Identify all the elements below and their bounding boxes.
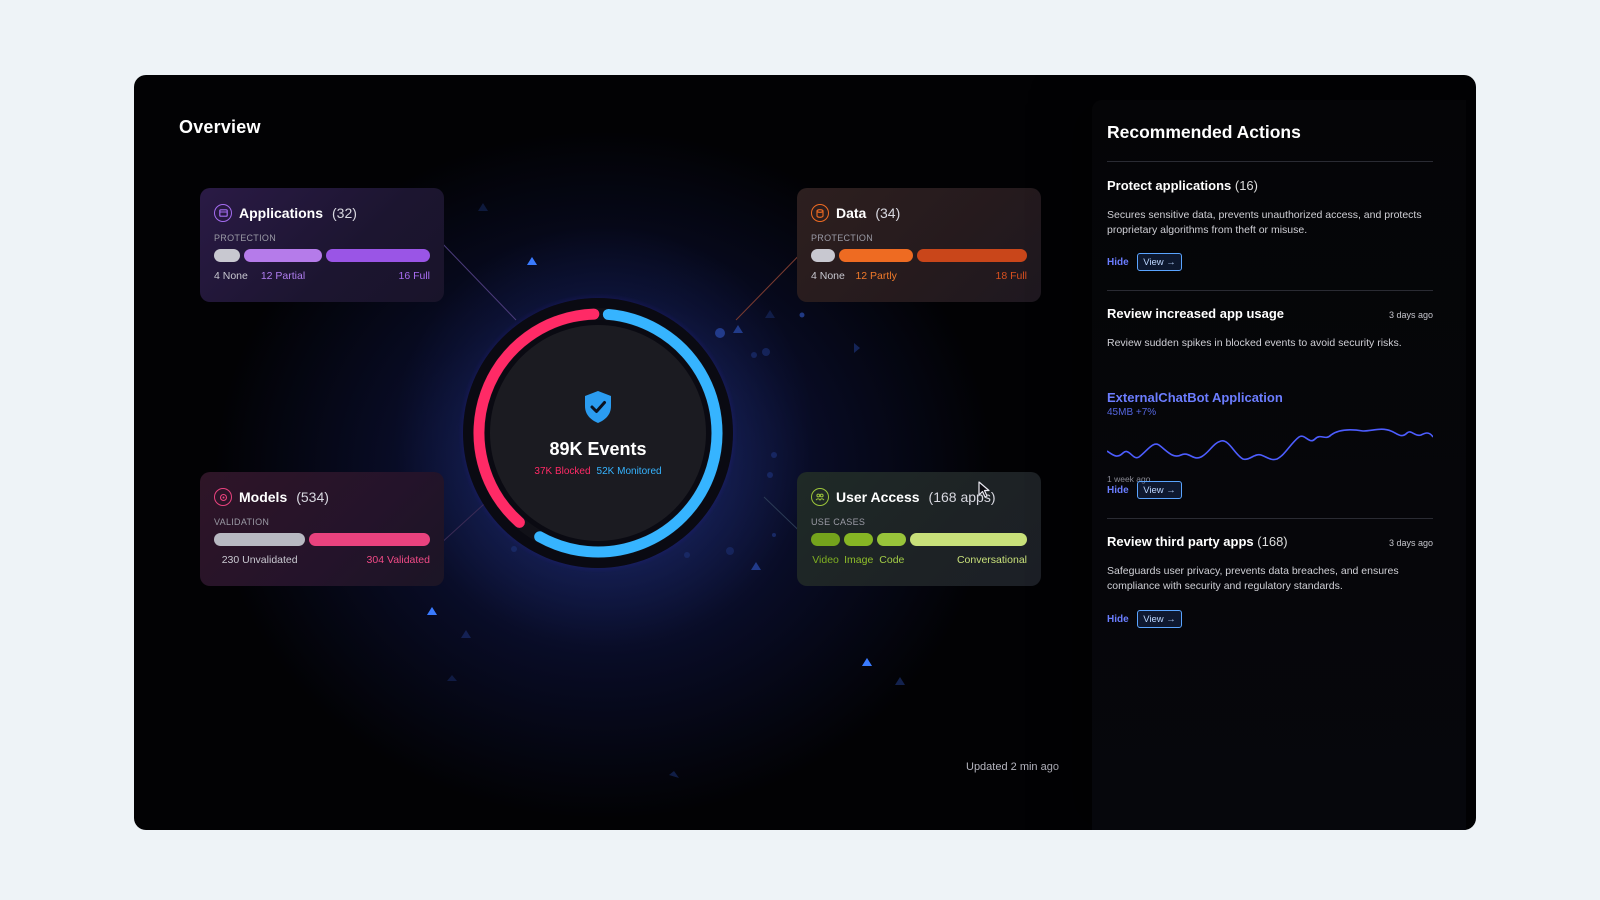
action-age: 3 days ago [1388,538,1433,548]
bar-segment [877,533,907,546]
protection-bar [214,249,430,262]
app-window-icon [214,204,232,222]
legend-label: 230 Unvalidated [221,554,298,566]
bar-segment [910,533,1027,546]
hide-link[interactable]: Hide [1107,614,1129,625]
legend-label: Image [844,554,874,566]
action-description: Secures sensitive data, prevents unautho… [1107,209,1422,236]
card-subtitle: VALIDATION [214,517,270,527]
bar-segment [844,533,874,546]
legend-label: 4 None [214,270,248,282]
mouse-cursor-icon [978,481,990,498]
action-age: 3 days ago [1388,310,1433,320]
bar-segment [811,533,841,546]
panel-title: Recommended Actions [1107,122,1301,142]
data-card[interactable]: Data (34) PROTECTION 4 None 12 Partly 18 F… [797,188,1041,302]
view-button[interactable]: View → [1137,253,1182,271]
action-title-review-third-party: Review third party apps (168) [1107,534,1288,549]
validation-bar [214,533,430,546]
dashboard-screen: Overview Applications (32) PROTECTION 4 … [134,75,1476,830]
card-title: Data [836,205,867,221]
bar-segment [811,249,836,262]
card-subtitle: PROTECTION [811,233,874,243]
bar-segment [916,249,1027,262]
card-subtitle: USE CASES [811,517,866,527]
divider [1107,518,1433,519]
card-subtitle: PROTECTION [214,233,277,243]
blocked-count: 37K Blocked [534,465,591,477]
card-title: Models [239,489,288,505]
card-count: (34) [875,205,901,221]
database-icon [811,204,829,222]
view-button[interactable]: View → [1137,481,1182,499]
app-usage-meta: 45MB +7% [1107,407,1157,418]
card-count: (534) [296,489,329,505]
monitored-count: 52K Monitored [596,465,662,477]
action-count: (168) [1257,534,1288,549]
usage-sparkline [1107,428,1433,461]
protection-legend: 4 None 12 Partial 16 Full [214,270,430,284]
model-target-icon [214,488,232,506]
shield-check-icon [583,390,613,429]
legend-label: 304 Validated [366,554,430,566]
legend-label: 16 Full [398,270,430,282]
legend-label: Code [879,554,905,566]
legend-label: 18 Full [995,270,1027,282]
bar-segment [309,533,430,546]
bar-segment [326,249,430,262]
action-title-review-app-usage: Review increased app usage [1107,306,1284,321]
bar-segment [244,249,322,262]
divider [1107,161,1433,162]
protection-legend: 4 None 12 Partly 18 Full [811,270,1027,284]
action-count: (16) [1234,178,1258,193]
bar-segment [214,249,240,262]
card-title: User Access [836,489,920,505]
hide-link[interactable]: Hide [1107,485,1129,496]
use-cases-bar [811,533,1027,546]
app-name-link[interactable]: ExternalChatBot Application [1107,390,1283,405]
page-title: Overview [179,117,261,137]
action-title-text: Review third party apps [1107,534,1254,549]
card-title: Applications [239,205,324,221]
legend-label: 12 Partly [855,270,897,282]
users-icon [811,488,829,506]
legend-label: Conversational [956,554,1027,566]
recommended-actions-panel: Recommended Actions Protect applications… [1092,100,1466,830]
updated-timestamp: Updated 2 min ago [966,761,1059,773]
bar-segment [214,533,306,546]
applications-card[interactable]: Applications (32) PROTECTION 4 None 12 Pa… [200,188,444,302]
legend-label: 4 None [811,270,845,282]
use-cases-legend: Video Image Code Conversational [811,554,1027,568]
action-description: Review sudden spikes in blocked events t… [1107,337,1402,349]
events-total: 89K Events [549,438,647,459]
action-title-protect-applications: Protect applications (16) [1107,178,1258,193]
legend-label: 12 Partial [260,270,306,282]
models-card[interactable]: Models (534) VALIDATION 230 Unvalidated 3… [200,472,444,586]
divider [1107,290,1433,291]
view-button[interactable]: View → [1137,610,1182,628]
action-description: Safeguards user privacy, prevents data b… [1107,565,1399,592]
action-title-text: Protect applications [1107,178,1232,193]
legend-label: Video [812,554,839,566]
validation-legend: 230 Unvalidated 304 Validated [214,554,430,568]
events-ring[interactable]: 89K Events 37K Blocked 52K Monitored [458,293,738,573]
action-title-text: Review increased app usage [1107,306,1285,321]
protection-bar [811,249,1027,262]
bar-segment [839,249,913,262]
hide-link[interactable]: Hide [1107,257,1129,268]
user-access-card[interactable]: User Access (168 apps) USE CASES Video Im… [797,472,1041,586]
card-count: (32) [332,205,357,221]
